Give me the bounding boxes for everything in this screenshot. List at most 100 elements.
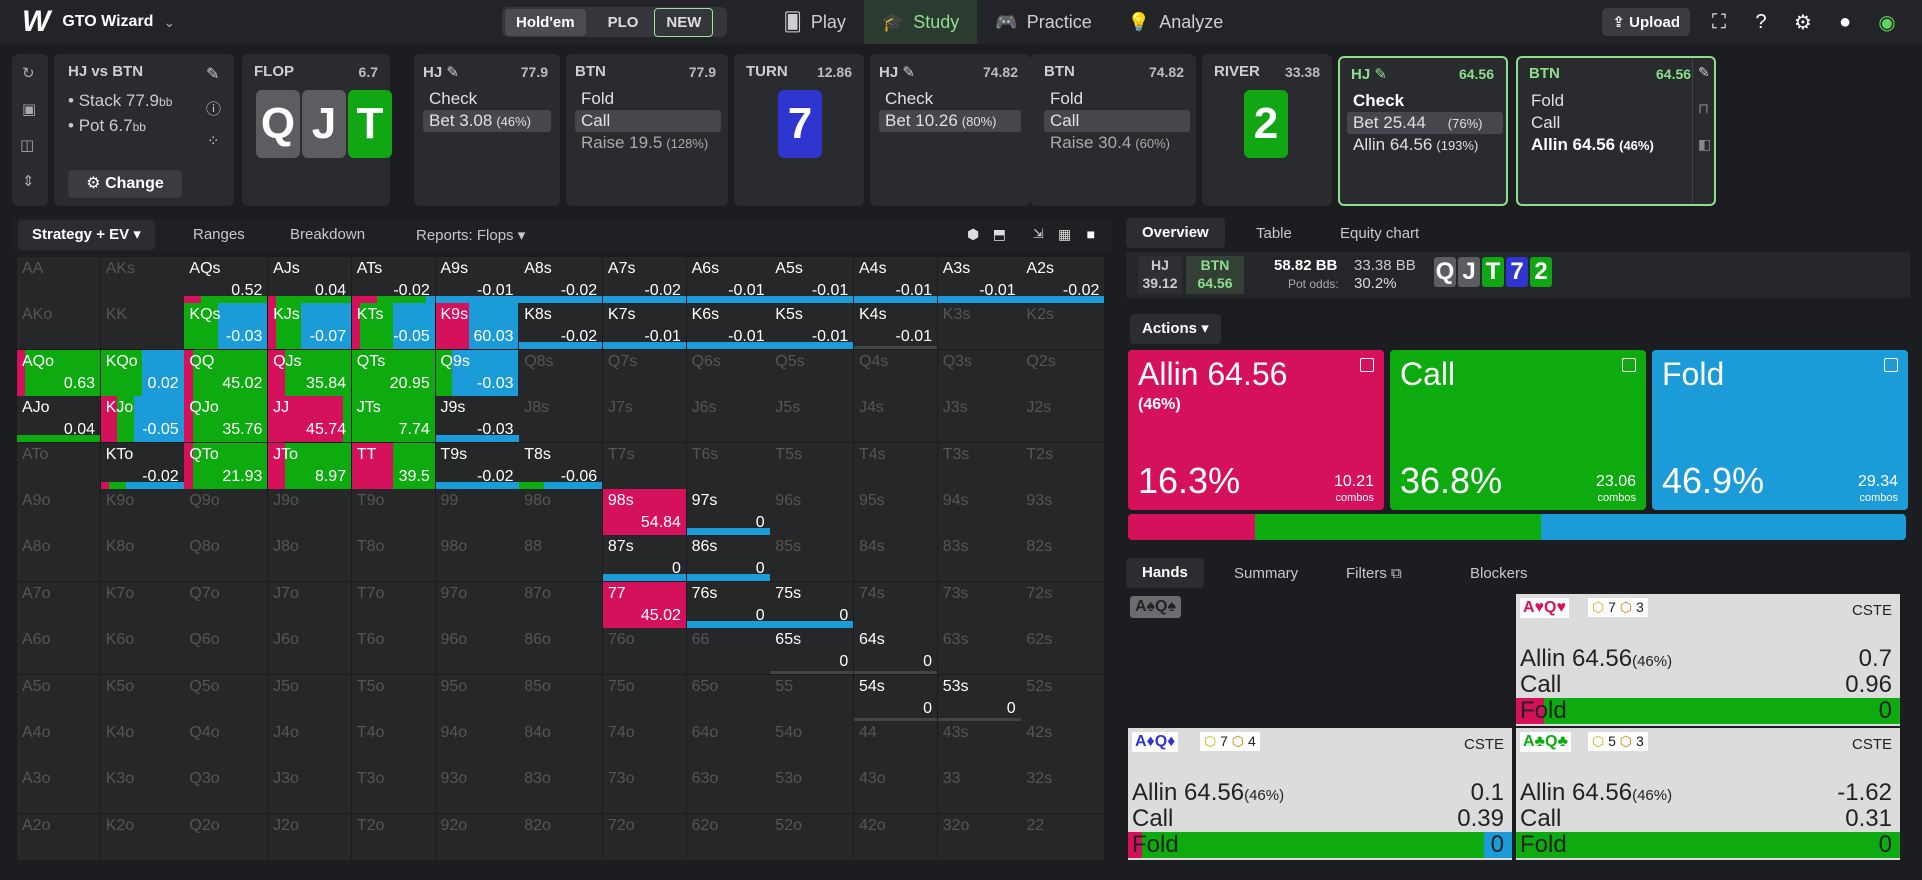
matrix-cell-76s[interactable]: 76s 0 — [686, 581, 770, 628]
info-icon[interactable]: ⓘ — [206, 98, 221, 119]
matrix-cell-85s[interactable]: 85s — [770, 535, 854, 582]
matrix-cell-K5o[interactable]: K5o — [100, 674, 184, 721]
tab-filters[interactable]: Filters ⧉ — [1346, 565, 1402, 582]
turn-box[interactable]: TURN 12.86 7 — [734, 54, 864, 206]
matrix-cell-66[interactable]: 66 — [686, 628, 770, 675]
matrix-cell-T8o[interactable]: T8o — [351, 535, 435, 582]
matrix-cell-62s[interactable]: 62s — [1021, 628, 1105, 675]
matrix-cell-84s[interactable]: 84s — [854, 535, 937, 582]
pencil-icon[interactable]: ✎ — [1698, 64, 1710, 81]
tab-table[interactable]: Table — [1256, 225, 1292, 242]
matrix-cell-T9o[interactable]: T9o — [351, 489, 435, 535]
brand[interactable]: W GTO Wizard ⌄ — [22, 5, 502, 39]
matrix-cell-A6s[interactable]: A6s -0.01 — [686, 257, 770, 303]
matrix-cell-T5o[interactable]: T5o — [351, 674, 435, 721]
matrix-cell-TT[interactable]: TT 39.5 — [351, 442, 435, 489]
matrix-cell-A5s[interactable]: A5s -0.01 — [770, 257, 854, 303]
plo-toggle[interactable]: PLO NEW — [586, 7, 725, 37]
matrix-cell-72s[interactable]: 72s — [1021, 581, 1105, 628]
matrix-cell-AKo[interactable]: AKo — [17, 303, 100, 350]
cube-icon[interactable]: ⬢ — [962, 221, 984, 247]
flop-box[interactable]: FLOP 6.7 Q J T — [242, 54, 392, 206]
matrix-cell-T7s[interactable]: T7s — [602, 442, 686, 489]
matrix-cell-A3s[interactable]: A3s -0.01 — [937, 257, 1021, 303]
matrix-cell-AQs[interactable]: AQs 0.52 — [184, 257, 268, 303]
matrix-cell-T6o[interactable]: T6o — [351, 628, 435, 675]
matrix-cell-44[interactable]: 44 — [854, 721, 937, 767]
matrix-cell-J9s[interactable]: J9s -0.03 — [435, 396, 519, 443]
matrix-cell-T5s[interactable]: T5s — [770, 442, 854, 489]
matrix-cell-KTs[interactable]: KTs -0.05 — [351, 303, 435, 350]
hand-cell[interactable]: A♣Q♣ ⬡ 5 ⬡ 3 CSTE Allin 64.56(46%) -1.62 Call… — [1516, 728, 1900, 860]
action-fold[interactable]: Fold — [1525, 90, 1564, 112]
nav-practice[interactable]: 🎮 Practice — [977, 0, 1109, 44]
matrix-cell-T2o[interactable]: T2o — [351, 813, 435, 860]
matrix-cell-JJ[interactable]: JJ 45.74 — [268, 396, 352, 443]
action-call[interactable]: Call — [1044, 110, 1190, 132]
matrix-cell-A2s[interactable]: A2s -0.02 — [1021, 257, 1105, 303]
matrix-cell-K7o[interactable]: K7o — [100, 581, 184, 628]
matrix-cell-95o[interactable]: 95o — [435, 674, 519, 721]
chevron-down-icon[interactable]: ⌄ — [163, 14, 175, 31]
matrix-cell-A3o[interactable]: A3o — [17, 767, 100, 814]
hj-river-box[interactable]: HJ ✎ 64.56 Check Bet 25.44 (76%) Allin 64… — [1338, 56, 1508, 206]
notes-icon[interactable] — [1360, 358, 1374, 372]
matrix-cell-Q8s[interactable]: Q8s — [519, 349, 603, 396]
action-fold[interactable]: Fold — [575, 88, 614, 110]
matrix-cell-K4s[interactable]: K4s -0.01 — [854, 303, 937, 350]
action-raise[interactable]: Raise 30.4 (60%) — [1044, 132, 1170, 154]
matrix-cell-QQ[interactable]: QQ 45.02 — [184, 349, 268, 396]
matrix-cell-T9s[interactable]: T9s -0.02 — [435, 442, 519, 489]
change-button[interactable]: ⚙ Change — [68, 170, 182, 198]
screenshot-icon[interactable]: ⛶ — [1706, 9, 1732, 35]
matrix-cell-65s[interactable]: 65s 0 — [770, 628, 854, 675]
matrix-cell-32s[interactable]: 32s — [1021, 767, 1105, 814]
matrix-cell-42s[interactable]: 42s — [1021, 721, 1105, 767]
gamepad-small-icon[interactable]: ◫ — [20, 136, 34, 154]
tab-reports[interactable]: Reports: Flops ▾ — [416, 226, 525, 244]
matrix-cell-55[interactable]: 55 — [770, 674, 854, 721]
river-box[interactable]: RIVER 33.38 2 — [1202, 54, 1332, 206]
matrix-cell-JTs[interactable]: JTs 7.74 — [351, 396, 435, 443]
matrix-cell-K2o[interactable]: K2o — [100, 813, 184, 860]
selected-hand[interactable]: A♠Q♠ — [1130, 596, 1181, 618]
matrix-cell-K5s[interactable]: K5s -0.01 — [770, 303, 854, 350]
matrix-cell-97s[interactable]: 97s 0 — [686, 489, 770, 535]
matrix-cell-J7o[interactable]: J7o — [268, 581, 352, 628]
matrix-cell-98o[interactable]: 98o — [519, 489, 603, 535]
help-icon[interactable]: ? — [1748, 9, 1774, 35]
matrix-cell-KJs[interactable]: KJs -0.07 — [268, 303, 352, 350]
wizard-badge-icon[interactable]: ◉ — [1874, 9, 1900, 35]
matrix-cell-95s[interactable]: 95s — [854, 489, 937, 535]
matrix-cell-Q7s[interactable]: Q7s — [602, 349, 686, 396]
matrix-cell-KK[interactable]: KK — [100, 303, 184, 350]
matrix-cell-QJs[interactable]: QJs 35.84 — [268, 349, 352, 396]
matrix-cell-Q4o[interactable]: Q4o — [184, 721, 268, 767]
matrix-cell-86s[interactable]: 86s 0 — [686, 535, 770, 582]
hj-flop-box[interactable]: HJ ✎ 77.9 Check Bet 3.08 (46%) — [414, 54, 560, 206]
matrix-cell-93o[interactable]: 93o — [435, 767, 519, 814]
btn-river-box[interactable]: BTN 64.56 Fold Call Allin 64.56 (46%) ✎ ⊓… — [1516, 56, 1716, 206]
compress-icon[interactable]: ⇲ — [1027, 221, 1049, 247]
notes-icon[interactable] — [1884, 358, 1898, 372]
matrix-cell-98o[interactable]: 98o — [435, 535, 519, 582]
matrix-cell-99[interactable]: 99 — [435, 489, 519, 535]
matrix-cell-32o[interactable]: 32o — [937, 813, 1021, 860]
action-card[interactable]: Allin 64.56 (46%) 16.3% 10.21 combos — [1128, 350, 1384, 510]
holdem-toggle[interactable]: Hold'em — [505, 8, 586, 36]
matrix-cell-54s[interactable]: 54s 0 — [854, 674, 937, 721]
matrix-cell-Q3o[interactable]: Q3o — [184, 767, 268, 814]
matrix-cell-52o[interactable]: 52o — [770, 813, 854, 860]
action-check[interactable]: Check — [423, 88, 477, 110]
hj-turn-box[interactable]: HJ ✎ 74.82 Check Bet 10.26 (80%) — [870, 54, 1030, 206]
matrix-cell-K7s[interactable]: K7s -0.01 — [602, 303, 686, 350]
matrix-cell-98s[interactable]: 98s 54.84 — [602, 489, 686, 535]
matrix-cell-A4o[interactable]: A4o — [17, 721, 100, 767]
matrix-cell-QJo[interactable]: QJo 35.76 — [184, 396, 268, 443]
matrix-cell-A8s[interactable]: A8s -0.02 — [519, 257, 603, 303]
matrix-cell-T6s[interactable]: T6s — [686, 442, 770, 489]
matrix-cell-87s[interactable]: 87s 0 — [602, 535, 686, 582]
matrix-cell-K4o[interactable]: K4o — [100, 721, 184, 767]
matrix-cell-73o[interactable]: 73o — [602, 767, 686, 814]
matrix-cell-64s[interactable]: 64s 0 — [854, 628, 937, 675]
